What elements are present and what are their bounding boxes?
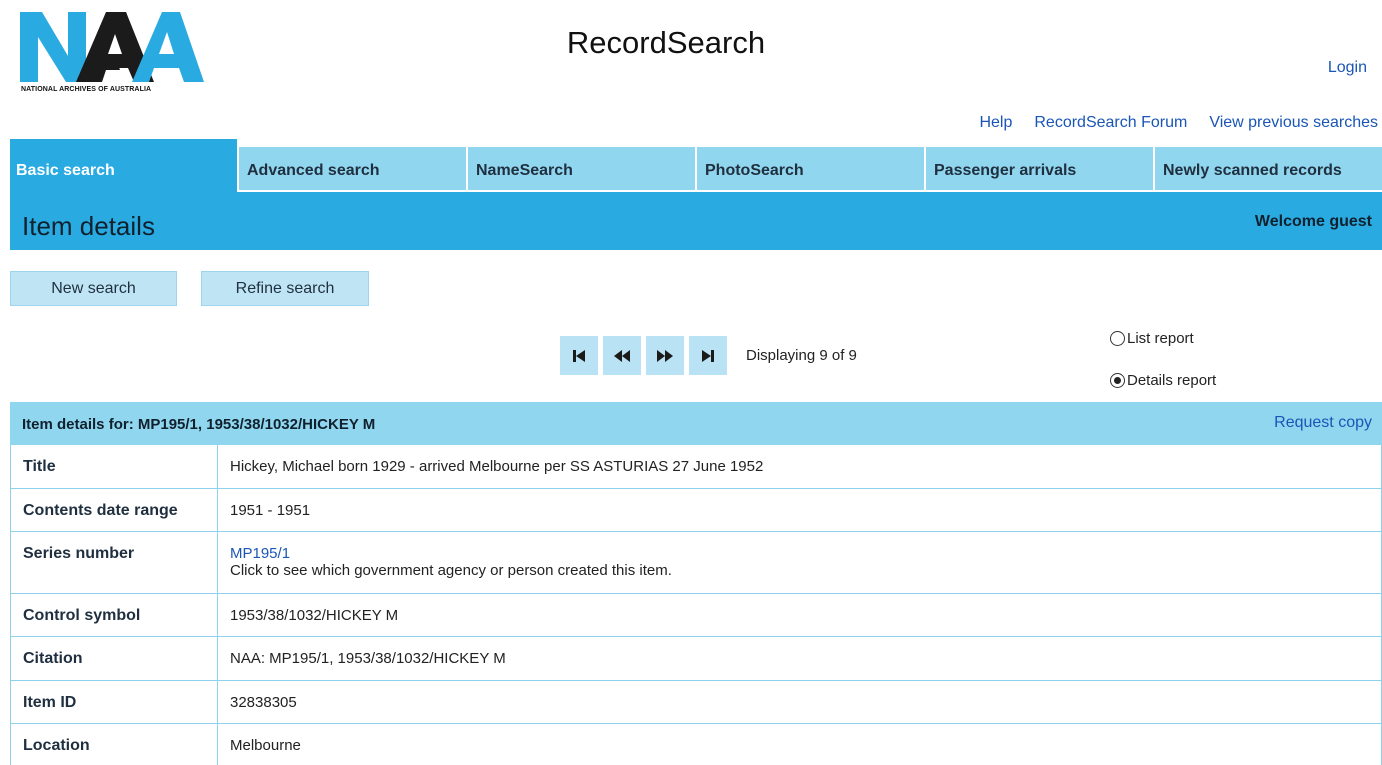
details-row-contents-date-range: Contents date range 1951 - 1951 bbox=[10, 489, 1382, 532]
pager-status: Displaying 9 of 9 bbox=[746, 347, 857, 364]
item-details-header: Item details for: MP195/1, 1953/38/1032/… bbox=[10, 402, 1382, 445]
welcome-message: Welcome guest bbox=[1254, 213, 1372, 230]
tab-passenger-arrivals[interactable]: Passenger arrivals bbox=[926, 147, 1153, 190]
app-title: RecordSearch bbox=[566, 25, 766, 60]
details-row-location: Location Melbourne bbox=[10, 724, 1382, 765]
recordsearch-forum-link[interactable]: RecordSearch Forum bbox=[1034, 114, 1187, 132]
last-page-icon bbox=[702, 349, 714, 362]
details-report-option[interactable]: Details report bbox=[1110, 372, 1216, 389]
item-details-table: Item details for: MP195/1, 1953/38/1032/… bbox=[10, 402, 1382, 765]
tab-newly-scanned-records[interactable]: Newly scanned records bbox=[1155, 147, 1382, 190]
page-title: Item details bbox=[22, 211, 155, 241]
row-label: Location bbox=[11, 724, 218, 765]
row-label: Title bbox=[11, 445, 218, 488]
row-value: MP195/1 Click to see which government ag… bbox=[218, 532, 1381, 593]
tab-namesearch[interactable]: NameSearch bbox=[468, 147, 695, 190]
list-report-radio[interactable] bbox=[1110, 331, 1125, 346]
previous-page-button[interactable] bbox=[603, 336, 641, 375]
page-title-bar: Item details Welcome guest bbox=[10, 192, 1382, 250]
tab-photosearch[interactable]: PhotoSearch bbox=[697, 147, 924, 190]
details-report-label: Details report bbox=[1127, 372, 1217, 389]
row-label: Contents date range bbox=[11, 489, 218, 531]
details-row-citation: Citation NAA: MP195/1, 1953/38/1032/HICK… bbox=[10, 637, 1382, 681]
row-label: Item ID bbox=[11, 681, 218, 723]
row-label: Control symbol bbox=[11, 594, 218, 636]
first-page-icon bbox=[573, 349, 585, 362]
request-copy-link[interactable]: Request copy bbox=[1274, 414, 1372, 432]
details-row-title: Title Hickey, Michael born 1929 - arrive… bbox=[10, 445, 1382, 489]
new-search-button[interactable]: New search bbox=[10, 271, 177, 306]
refine-search-button[interactable]: Refine search bbox=[201, 271, 369, 306]
tab-basic-search[interactable]: Basic search bbox=[10, 139, 237, 192]
details-report-radio[interactable] bbox=[1110, 373, 1125, 388]
row-value: Melbourne bbox=[230, 737, 301, 754]
series-number-link[interactable]: MP195/1 bbox=[230, 545, 1381, 562]
first-page-button[interactable] bbox=[560, 336, 598, 375]
list-report-option[interactable]: List report bbox=[1110, 330, 1194, 347]
item-details-heading: Item details for: MP195/1, 1953/38/1032/… bbox=[22, 416, 376, 433]
next-page-icon bbox=[657, 349, 673, 362]
row-value: 1953/38/1032/HICKEY M bbox=[230, 607, 399, 624]
row-value: Hickey, Michael born 1929 - arrived Melb… bbox=[230, 458, 764, 475]
row-value: NAA: MP195/1, 1953/38/1032/HICKEY M bbox=[230, 650, 506, 667]
row-label: Citation bbox=[11, 637, 218, 680]
next-page-button[interactable] bbox=[646, 336, 684, 375]
row-value: 32838305 bbox=[230, 694, 297, 711]
view-previous-searches-link[interactable]: View previous searches bbox=[1209, 114, 1378, 132]
main-tabs: Basic search Advanced search NameSearch … bbox=[10, 139, 1382, 192]
login-link[interactable]: Login bbox=[1328, 59, 1367, 77]
details-row-item-id: Item ID 32838305 bbox=[10, 681, 1382, 724]
help-link[interactable]: Help bbox=[979, 114, 1012, 132]
details-row-series-number: Series number MP195/1 Click to see which… bbox=[10, 532, 1382, 594]
row-value: 1951 - 1951 bbox=[230, 502, 311, 519]
last-page-button[interactable] bbox=[689, 336, 727, 375]
top-links: Help RecordSearch Forum View previous se… bbox=[979, 114, 1378, 132]
row-label: Series number bbox=[11, 532, 218, 593]
list-report-label: List report bbox=[1127, 330, 1194, 347]
tab-advanced-search[interactable]: Advanced search bbox=[239, 147, 466, 190]
logo-caption: NATIONAL ARCHIVES OF AUSTRALIA bbox=[21, 86, 152, 93]
series-number-note: Click to see which government agency or … bbox=[230, 562, 672, 579]
details-row-control-symbol: Control symbol 1953/38/1032/HICKEY M bbox=[10, 594, 1382, 637]
previous-page-icon bbox=[614, 349, 630, 362]
